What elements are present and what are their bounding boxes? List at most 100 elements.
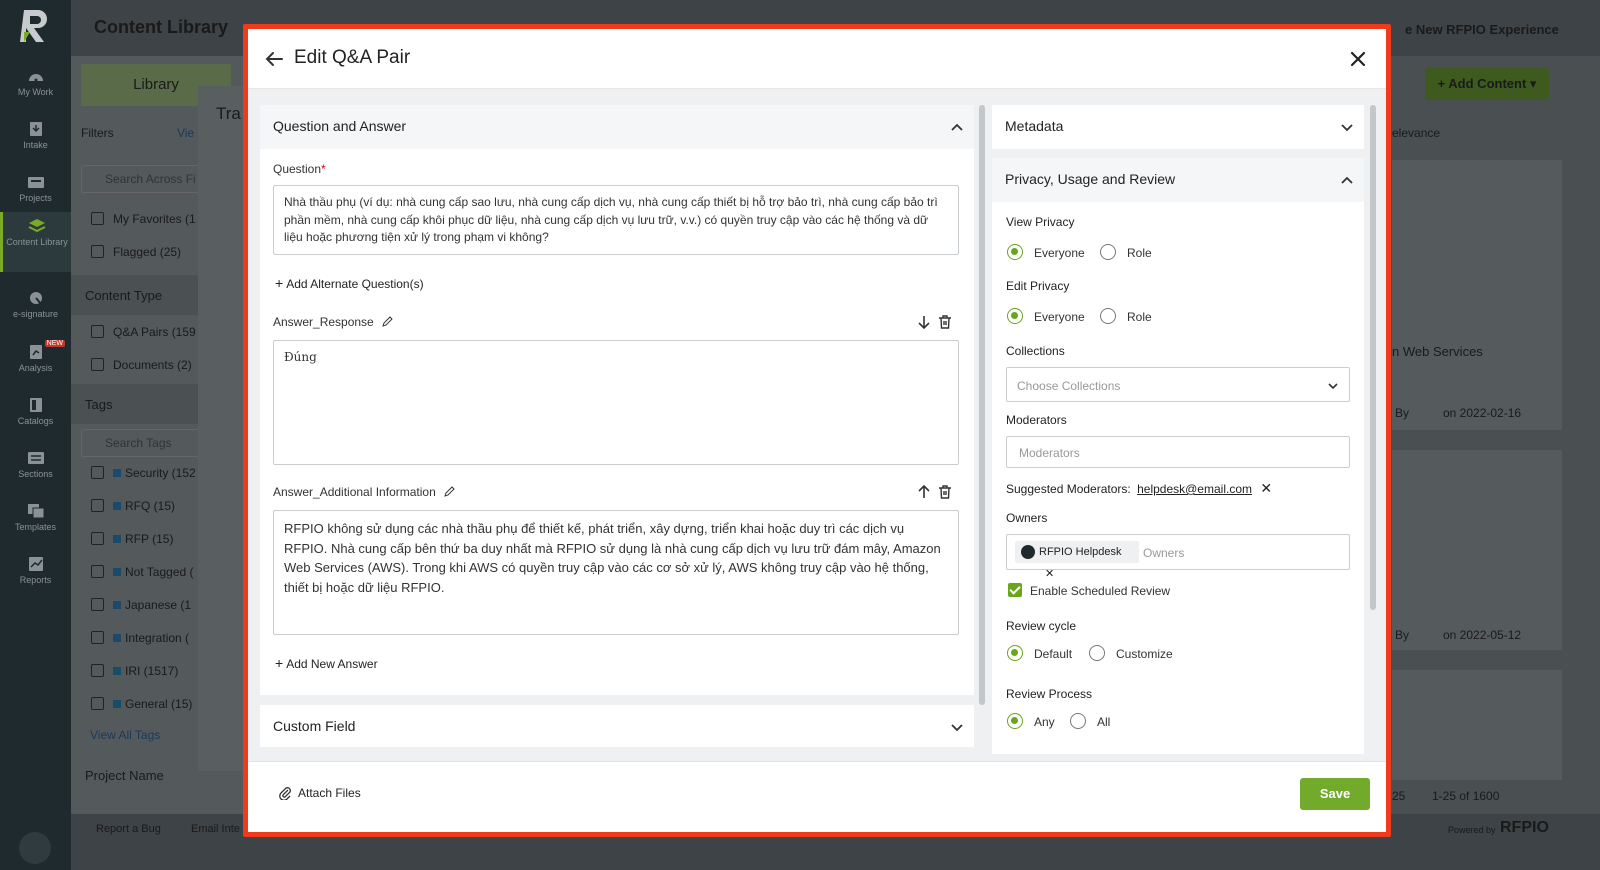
rail-label: e-signature — [12, 309, 59, 319]
rail-label: Projects — [19, 193, 52, 203]
rail-label: Analysis — [18, 363, 53, 373]
review-cycle-customize-radio[interactable] — [1089, 645, 1105, 661]
brand-logo: RFPIO — [1500, 819, 1549, 836]
email-link[interactable]: Email Inte — [191, 823, 240, 835]
result-card[interactable] — [1392, 670, 1562, 780]
custom-field-header[interactable]: Custom Field — [260, 705, 974, 747]
paperclip-icon[interactable] — [278, 786, 292, 800]
arrow-up-icon[interactable] — [917, 485, 931, 499]
chevron-up-icon[interactable] — [1340, 173, 1354, 187]
tag-checkbox[interactable] — [91, 631, 104, 644]
custom-field-panel[interactable]: Custom Field — [260, 705, 974, 747]
tag-checkbox[interactable] — [91, 565, 104, 578]
tag-item: Integration ( — [113, 631, 189, 645]
content-type-heading: Content Type — [85, 288, 163, 303]
rail-item-analysis[interactable]: NEW Analysis — [0, 338, 71, 388]
gauge-icon — [28, 74, 43, 82]
rail-item-sections[interactable]: Sections — [0, 444, 71, 494]
enable-review-label: Enable Scheduled Review — [1030, 584, 1171, 598]
view-privacy-role-radio[interactable] — [1100, 244, 1116, 260]
edit-privacy-everyone-label: Everyone — [1034, 310, 1085, 324]
documents-checkbox[interactable] — [91, 358, 104, 371]
enable-review-checkbox[interactable] — [1008, 583, 1022, 597]
pencil-icon[interactable] — [444, 486, 455, 497]
review-cycle-default-radio[interactable] — [1007, 645, 1023, 661]
edit-privacy-everyone-radio[interactable] — [1007, 308, 1023, 324]
add-new-answer-link[interactable]: + Add New Answer — [275, 655, 378, 671]
result-card[interactable] — [1392, 450, 1562, 650]
sort-select[interactable]: elevance — [1392, 126, 1440, 140]
question-textarea[interactable]: Nhà thầu phụ (ví dụ: nhà cung cấp sao lư… — [273, 185, 959, 255]
remove-suggestion-icon[interactable]: ✕ — [1260, 480, 1272, 496]
chevron-up-icon[interactable] — [950, 120, 964, 134]
pencil-icon[interactable] — [382, 316, 393, 327]
rail-item-e-signature[interactable]: e-signature — [0, 284, 71, 334]
result-card[interactable] — [1392, 160, 1562, 430]
answer-response-textarea[interactable]: Đúng — [273, 340, 959, 465]
view-link[interactable]: Vie — [177, 126, 194, 140]
arrow-left-icon[interactable] — [264, 49, 284, 69]
collections-select[interactable]: Choose Collections — [1006, 367, 1350, 402]
owners-input[interactable]: RFPIO Helpdesk ✕ Owners — [1006, 534, 1350, 580]
tag-item: RFQ (15) — [113, 499, 175, 513]
left-scrollbar[interactable] — [979, 105, 985, 705]
tag-checkbox[interactable] — [91, 664, 104, 677]
tag-item: General (15) — [113, 697, 192, 711]
favorites-checkbox[interactable] — [91, 212, 104, 225]
modal-title: Edit Q&A Pair — [294, 47, 411, 68]
view-privacy-everyone-label: Everyone — [1034, 246, 1085, 260]
chevron-down-icon[interactable] — [1340, 120, 1354, 134]
tag-checkbox[interactable] — [91, 466, 104, 479]
tag-checkbox[interactable] — [91, 697, 104, 710]
chevron-down-icon — [1328, 383, 1338, 390]
trash-icon[interactable] — [938, 485, 952, 499]
new-experience-toggle[interactable]: e New RFPIO Experience — [1405, 22, 1559, 37]
qa-pairs-checkbox[interactable] — [91, 325, 104, 338]
add-alternate-question-link[interactable]: + Add Alternate Question(s) — [275, 275, 424, 291]
flagged-checkbox[interactable] — [91, 245, 104, 258]
save-button[interactable]: Save — [1300, 778, 1370, 810]
remove-owner-icon[interactable]: ✕ — [1045, 568, 1054, 580]
metadata-header[interactable]: Metadata — [992, 105, 1364, 149]
rail-label: Content Library — [6, 237, 68, 247]
review-process-any-radio[interactable] — [1007, 713, 1023, 729]
right-scrollbar[interactable] — [1370, 105, 1376, 610]
tag-checkbox[interactable] — [91, 532, 104, 545]
tags-heading: Tags — [85, 397, 113, 412]
tag-checkbox[interactable] — [91, 499, 104, 512]
view-all-tags-link[interactable]: View All Tags — [90, 728, 160, 742]
rail-item-content-library[interactable]: Content Library — [0, 212, 71, 272]
rail-item-templates[interactable]: Templates — [0, 497, 71, 547]
library-icon — [28, 219, 46, 233]
chevron-down-icon[interactable] — [950, 720, 964, 734]
analysis-icon — [29, 345, 42, 359]
suggested-moderator-email[interactable]: helpdesk@email.com — [1137, 482, 1252, 496]
moderators-input[interactable]: Moderators — [1006, 436, 1350, 468]
attach-files-button[interactable]: Attach Files — [298, 786, 361, 800]
arrow-down-icon[interactable] — [917, 315, 931, 329]
review-process-all-radio[interactable] — [1070, 713, 1086, 729]
rfpio-logo-icon[interactable] — [18, 8, 52, 44]
tag-checkbox[interactable] — [91, 598, 104, 611]
rail-item-my-work[interactable]: My Work — [0, 62, 71, 112]
tag-item: IRI (1517) — [113, 664, 178, 678]
review-process-any-label: Any — [1034, 715, 1055, 729]
user-avatar[interactable] — [19, 832, 51, 864]
rail-item-projects[interactable]: Projects — [0, 168, 71, 218]
privacy-header[interactable]: Privacy, Usage and Review — [992, 158, 1364, 202]
answer-additional-textarea[interactable]: RFPIO không sử dụng các nhà thầu phụ để … — [273, 510, 959, 635]
report-bug-link[interactable]: Report a Bug — [96, 823, 161, 835]
add-content-button[interactable]: + Add Content ▾ — [1425, 68, 1549, 100]
metadata-panel[interactable]: Metadata — [992, 105, 1364, 149]
edit-privacy-role-radio[interactable] — [1100, 308, 1116, 324]
view-privacy-everyone-radio[interactable] — [1007, 244, 1023, 260]
rail-item-intake[interactable]: Intake — [0, 115, 71, 165]
rail-item-catalogs[interactable]: Catalogs — [0, 391, 71, 441]
review-cycle-label: Review cycle — [1006, 619, 1077, 633]
rail-item-reports[interactable]: Reports — [0, 550, 71, 600]
qa-panel-header[interactable]: Question and Answer — [260, 105, 974, 149]
page-size-select[interactable]: 25 — [1392, 789, 1405, 803]
tag-item: Japanese (1 — [113, 598, 191, 612]
trash-icon[interactable] — [938, 315, 952, 329]
close-icon[interactable] — [1348, 49, 1368, 69]
